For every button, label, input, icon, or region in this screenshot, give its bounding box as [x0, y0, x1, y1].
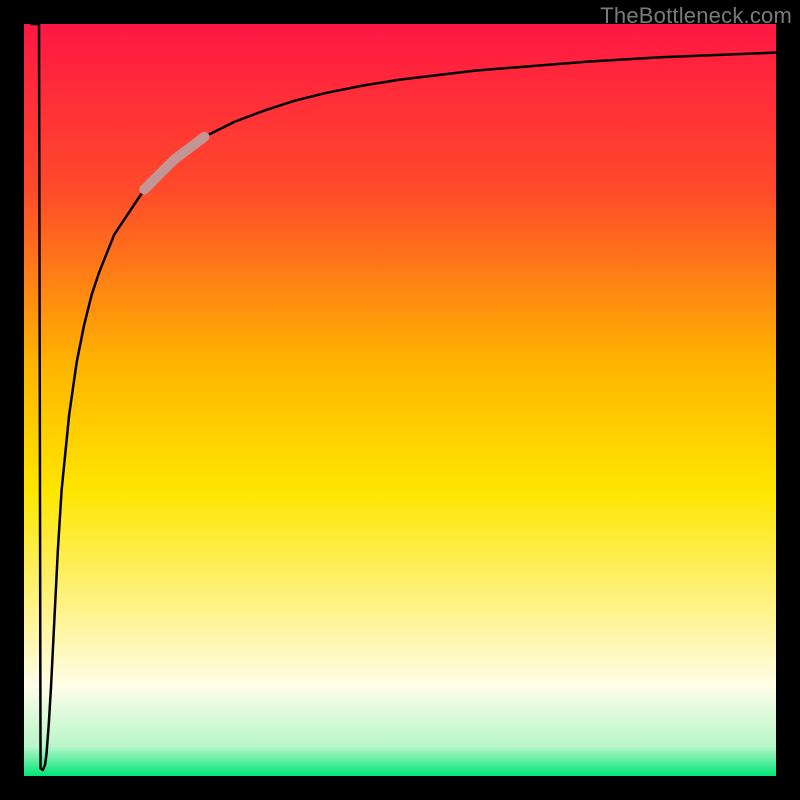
chart-svg	[24, 24, 776, 776]
watermark-text: TheBottleneck.com	[600, 3, 792, 29]
gradient-background	[24, 24, 776, 776]
plot-area	[24, 24, 776, 776]
chart-container: TheBottleneck.com	[0, 0, 800, 800]
